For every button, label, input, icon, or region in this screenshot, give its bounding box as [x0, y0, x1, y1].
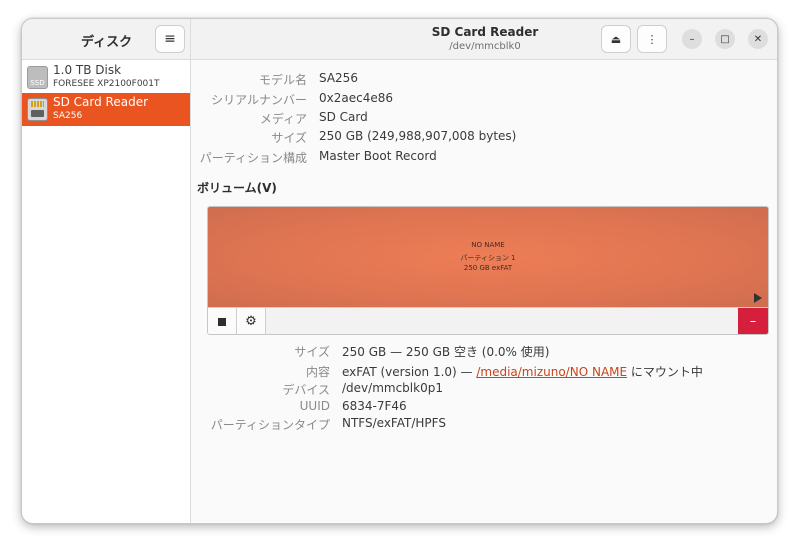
delete-partition-button[interactable]: – [738, 308, 768, 334]
volume-type-value: NTFS/exFAT/HPFS [342, 416, 446, 430]
sidebar-header: ディスク ≡ [22, 19, 190, 60]
volume-device-label: デバイス [282, 383, 330, 397]
minimize-icon: – [689, 33, 695, 45]
sidebar: ディスク ≡ SSD 1.0 TB Disk FORESEE XP2100F00… [22, 19, 191, 523]
partitioning-label: パーティション構成 [199, 151, 307, 165]
stop-icon [218, 317, 226, 326]
content-mount-status: にマウント中 [627, 365, 703, 379]
drive-menu-button[interactable]: ⋮ [637, 25, 667, 53]
model-label: モデル名 [258, 73, 307, 87]
volume-toolbar: ⚙ – [208, 307, 768, 334]
unmount-button[interactable] [208, 308, 237, 334]
disk-name: SD Card Reader [53, 95, 149, 109]
minimize-button[interactable]: – [682, 29, 702, 49]
partition-label: パーティション 1 [460, 254, 516, 262]
more-vertical-icon: ⋮ [646, 32, 658, 46]
eject-icon: ⏏ [610, 32, 622, 46]
disk-item-1tb[interactable]: SSD 1.0 TB Disk FORESEE XP2100F001T [22, 61, 190, 94]
hamburger-icon: ≡ [164, 31, 176, 47]
model-value: SA256 [319, 71, 358, 85]
disk-model: FORESEE XP2100F001T [53, 79, 160, 89]
volume-map: NO NAME パーティション 1 250 GB exFAT ⚙ – [207, 206, 769, 335]
volume-content-label: 内容 [305, 365, 330, 379]
partition-options-button[interactable]: ⚙ [237, 308, 266, 334]
gear-icon: ⚙ [245, 314, 257, 329]
partition-1-block[interactable]: NO NAME パーティション 1 250 GB exFAT [208, 207, 768, 307]
volume-uuid-value: 6834-7F46 [342, 399, 407, 413]
size-value: 250 GB (249,988,907,008 bytes) [319, 129, 517, 143]
serial-label: シリアルナンバー [211, 93, 307, 107]
size-label: サイズ [271, 131, 307, 145]
close-icon: ✕ [753, 33, 763, 45]
sidebar-title: ディスク [81, 35, 133, 50]
ssd-drive-icon: SSD [27, 66, 48, 89]
mount-point-link[interactable]: /media/mizuno/NO NAME [476, 365, 627, 379]
ssd-icon-text: SSD [30, 79, 45, 87]
partition-summary: 250 GB exFAT [463, 264, 513, 272]
main-menu-button[interactable]: ≡ [155, 25, 185, 53]
partition-name: NO NAME [471, 241, 505, 249]
close-button[interactable]: ✕ [748, 29, 768, 49]
minus-icon: – [749, 314, 757, 329]
volume-uuid-label: UUID [299, 399, 330, 413]
sd-card-icon [27, 98, 48, 121]
volume-size-label: サイズ [294, 345, 330, 359]
maximize-icon: □ [720, 33, 730, 45]
serial-value: 0x2aec4e86 [319, 91, 393, 105]
content-filesystem: exFAT (version 1.0) — [342, 365, 477, 379]
disk-item-sd-card-reader[interactable]: SD Card Reader SA256 [22, 93, 190, 126]
header-bar: SD Card Reader /dev/mmcblk0 ⏏ ⋮ – □ ✕ [191, 19, 777, 60]
media-value: SD Card [319, 110, 368, 124]
disk-model: SA256 [53, 111, 83, 121]
disk-name: 1.0 TB Disk [53, 63, 122, 77]
maximize-button[interactable]: □ [715, 29, 735, 49]
volume-device-value: /dev/mmcblk0p1 [342, 381, 443, 395]
media-label: メディア [259, 112, 307, 126]
volumes-heading: ボリューム(V) [197, 181, 277, 195]
play-icon [754, 293, 762, 303]
volume-type-label: パーティションタイプ [210, 418, 330, 432]
volume-size-value: 250 GB — 250 GB 空き (0.0% 使用) [342, 345, 550, 359]
partitioning-value: Master Boot Record [319, 149, 437, 163]
eject-button[interactable]: ⏏ [601, 25, 631, 53]
volume-content-value: exFAT (version 1.0) — /media/mizuno/NO N… [342, 363, 703, 380]
disks-window: ディスク ≡ SSD 1.0 TB Disk FORESEE XP2100F00… [21, 18, 778, 524]
